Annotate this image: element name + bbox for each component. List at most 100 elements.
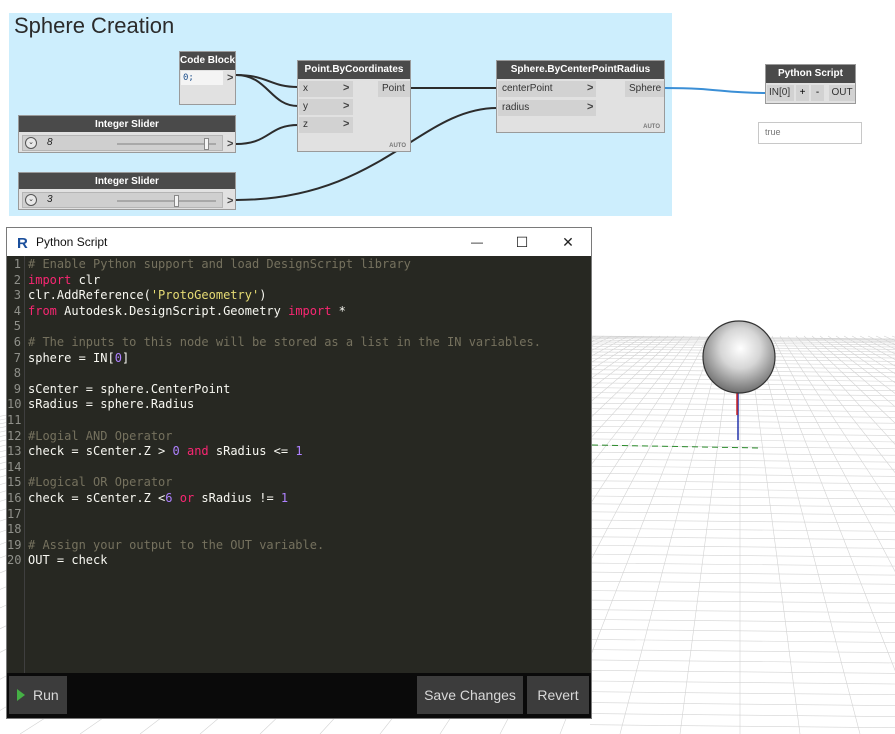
code-line[interactable]: 3 clr.AddReference('ProtoGeometry') xyxy=(7,288,587,304)
sphere-input-centerpoint[interactable]: centerPoint xyxy=(498,81,596,97)
python-output-port[interactable]: OUT xyxy=(829,85,855,101)
point-node-title: Point.ByCoordinates xyxy=(298,61,410,79)
editor-title: Python Script xyxy=(36,235,108,249)
integer-slider-node-1[interactable]: Integer Slider ⌄ 8 > xyxy=(18,115,236,153)
sphere-lacing-label: AUTO xyxy=(643,124,660,130)
run-button[interactable]: Run xyxy=(9,676,67,714)
grid-line xyxy=(589,619,895,623)
grid-line xyxy=(589,724,895,729)
code-line[interactable]: 12 #Logial AND Operator xyxy=(7,429,587,445)
python-output-preview: true xyxy=(758,122,862,144)
code-token: ] xyxy=(121,350,130,365)
sphere-by-centerpoint-radius-node[interactable]: Sphere.ByCenterPointRadius centerPoint >… xyxy=(496,60,665,133)
code-line[interactable]: 15 #Logical OR Operator xyxy=(7,475,587,491)
line-number: 18 xyxy=(7,522,22,537)
code-token: sRadius = sphere.Radius xyxy=(28,397,195,412)
code-line[interactable]: 6 # The inputs to this node will be store… xyxy=(7,335,587,351)
slider-2-box: ⌄ 3 xyxy=(22,192,223,208)
code-token: clr.AddReference( xyxy=(28,288,151,303)
line-number: 15 xyxy=(7,475,22,490)
code-line[interactable]: 4 from Autodesk.DesignScript.Geometry imp… xyxy=(7,304,587,320)
remove-input-button[interactable]: - xyxy=(811,85,824,101)
code-token: 0 xyxy=(114,350,122,365)
slider-1-track[interactable] xyxy=(117,138,216,150)
code-line[interactable]: 7 sphere = IN[0] xyxy=(7,351,587,367)
grid-line xyxy=(589,419,895,424)
code-token: 1 xyxy=(295,444,303,459)
code-line[interactable]: 16 check = sCenter.Z <6 or sRadius != 1 xyxy=(7,491,587,507)
grid-line xyxy=(589,649,895,653)
python-script-editor-window[interactable]: R Python Script — ☐ ✕ 1 # Enable Python s… xyxy=(6,227,592,719)
grid-line xyxy=(589,553,895,558)
grid-line xyxy=(589,408,895,412)
slider-2-track[interactable] xyxy=(117,195,216,207)
code-line[interactable]: 1 # Enable Python support and load Design… xyxy=(7,257,587,273)
sphere-center-chevron: > xyxy=(587,82,594,94)
slider-2-value[interactable]: 3 xyxy=(47,194,53,205)
x-axis xyxy=(591,444,761,449)
code-line[interactable]: 8 xyxy=(7,366,587,382)
integer-slider-node-2[interactable]: Integer Slider ⌄ 3 > xyxy=(18,172,236,210)
point-y-chevron: > xyxy=(343,100,350,112)
code-line[interactable]: 17 xyxy=(7,507,587,523)
point-output[interactable]: Point xyxy=(378,81,410,97)
code-token: OUT = check xyxy=(28,553,108,568)
sphere-input-radius[interactable]: radius xyxy=(498,100,596,116)
code-token: 1 xyxy=(280,491,289,505)
grid-line xyxy=(589,536,895,541)
code-block-node[interactable]: Code Block 0; > xyxy=(179,51,236,105)
save-changes-button[interactable]: Save Changes xyxy=(417,676,523,714)
code-line[interactable]: 5 xyxy=(7,319,587,335)
code-line[interactable]: 20 OUT = check xyxy=(7,553,587,569)
code-line[interactable]: 19 # Assign your output to the OUT variab… xyxy=(7,538,587,554)
code-block-output-port[interactable]: > xyxy=(227,72,233,84)
editor-titlebar[interactable]: R Python Script — ☐ ✕ xyxy=(7,228,591,256)
code-line[interactable]: 18 xyxy=(7,522,587,538)
grid-line xyxy=(811,335,895,407)
code-token: # Enable Python support and load DesignS… xyxy=(28,257,411,271)
slider-1-expand-icon[interactable]: ⌄ xyxy=(25,137,37,149)
slider-1-value[interactable]: 8 xyxy=(47,137,53,148)
grid-line xyxy=(755,335,861,734)
revert-button[interactable]: Revert xyxy=(527,676,589,714)
grid-line xyxy=(589,503,895,508)
line-number: 8 xyxy=(13,366,21,381)
slider-2-output-port[interactable]: > xyxy=(227,195,233,207)
maximize-icon[interactable]: ☐ xyxy=(507,232,537,252)
code-line[interactable]: 9 sCenter = sphere.CenterPoint xyxy=(7,382,587,398)
revit-app-icon: R xyxy=(16,234,30,250)
code-block-input[interactable]: 0; xyxy=(181,71,223,85)
line-number: 19 xyxy=(7,537,22,552)
grid-line xyxy=(589,580,895,585)
add-input-button[interactable]: + xyxy=(796,85,809,101)
grid-line xyxy=(589,426,895,430)
line-number: 3 xyxy=(13,288,21,303)
code-token: #Logial AND Operator xyxy=(28,428,173,443)
python-input-port[interactable]: IN[0] xyxy=(767,85,794,101)
code-token: #Logical OR Operator xyxy=(28,475,173,490)
slider-2-expand-icon[interactable]: ⌄ xyxy=(25,194,37,206)
code-line[interactable]: 13 check = sCenter.Z > 0 and sRadius <= 1 xyxy=(7,444,587,460)
slider-2-thumb[interactable] xyxy=(174,195,180,207)
code-line[interactable]: 14 xyxy=(7,460,587,476)
code-token: Autodesk.DesignScript.Geometry xyxy=(56,303,289,318)
close-icon[interactable]: ✕ xyxy=(553,232,583,252)
code-line[interactable]: 11 xyxy=(7,413,587,429)
grid-line xyxy=(589,511,895,516)
code-line[interactable]: 2 import clr xyxy=(7,273,587,289)
code-editor[interactable]: 1 # Enable Python support and load Design… xyxy=(7,256,591,673)
sphere-output[interactable]: Sphere xyxy=(625,81,664,97)
code-line[interactable]: 10 sRadius = sphere.Radius xyxy=(7,397,587,413)
code-token: check = sCenter.Z > xyxy=(28,444,173,459)
line-number: 4 xyxy=(13,303,21,318)
minimize-icon[interactable]: — xyxy=(462,232,492,252)
grid-line xyxy=(589,451,895,456)
slider-1-thumb[interactable] xyxy=(204,138,210,150)
slider-1-output-port[interactable]: > xyxy=(227,138,233,150)
code-token: check = sCenter.Z < xyxy=(28,491,166,505)
python-script-node[interactable]: Python Script IN[0] + - OUT xyxy=(765,64,856,104)
point-by-coordinates-node[interactable]: Point.ByCoordinates x > y > z > Point AU… xyxy=(297,60,411,152)
code-token: 0 xyxy=(172,444,180,459)
